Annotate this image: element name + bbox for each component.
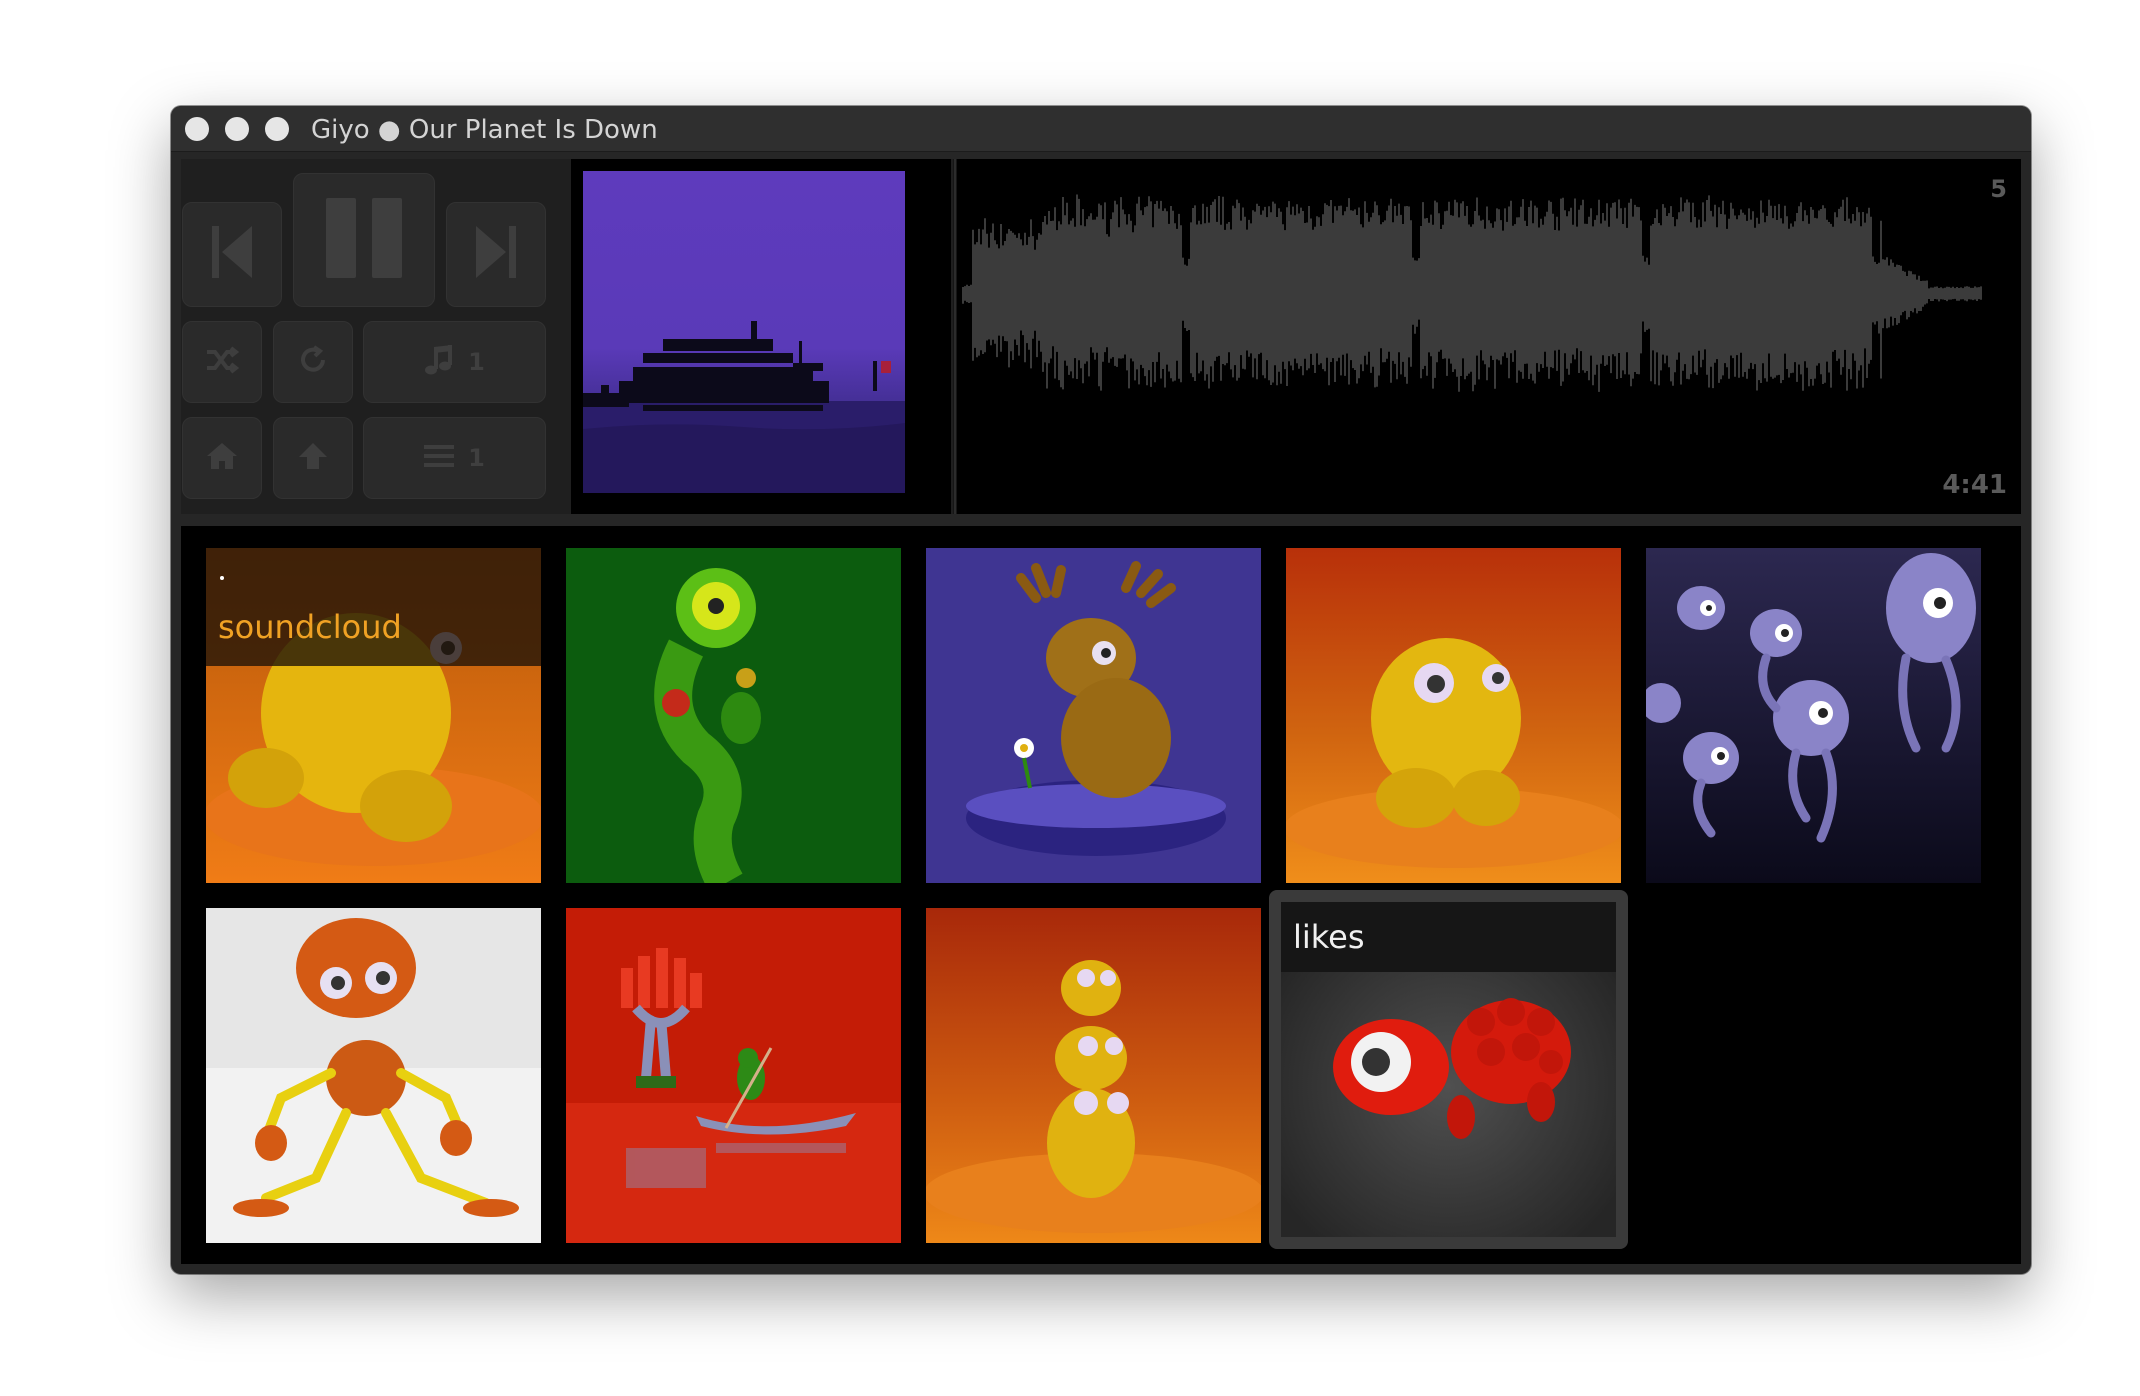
list-count: 1	[468, 444, 485, 472]
tile-stacked-creatures[interactable]	[926, 908, 1261, 1243]
album-artwork-panel	[571, 159, 951, 514]
tile-red-boat-image	[566, 908, 901, 1243]
music-queue-button[interactable]: 1	[363, 321, 546, 403]
music-note-icon	[424, 344, 454, 381]
repeat-button[interactable]	[273, 321, 353, 403]
previous-button[interactable]	[182, 202, 282, 307]
tile-yellow-creature-image	[1286, 548, 1621, 883]
player-panel: 1 1 5 4:41	[181, 159, 2021, 514]
home-icon	[206, 442, 238, 475]
list-button[interactable]: 1	[363, 417, 546, 499]
previous-icon	[210, 222, 254, 287]
shuffle-icon	[205, 345, 240, 379]
music-count: 1	[468, 348, 485, 376]
waveform-path	[962, 194, 1982, 392]
repeat-icon	[298, 344, 328, 380]
next-icon	[474, 222, 518, 287]
pause-button[interactable]	[293, 173, 435, 307]
tile-likes-header: likes	[1281, 902, 1616, 972]
home-button[interactable]	[182, 417, 262, 499]
zoom-window-button[interactable]	[265, 117, 289, 141]
tile-likes[interactable]: likes	[1281, 902, 1616, 1237]
waveform-count: 5	[1990, 175, 2007, 203]
title-bar: Giyo ● Our Planet Is Down	[171, 106, 2031, 152]
tile-jellyfish-image	[1646, 548, 1981, 883]
minimize-window-button[interactable]	[225, 117, 249, 141]
tile-dot	[220, 576, 224, 580]
tile-soundcloud-label: soundcloud	[218, 608, 402, 646]
tile-red-boat[interactable]	[566, 908, 901, 1243]
waveform-graph[interactable]	[953, 159, 2021, 514]
tile-moose[interactable]	[926, 548, 1261, 883]
tile-moose-image	[926, 548, 1261, 883]
list-icon	[424, 443, 455, 474]
next-button[interactable]	[446, 202, 546, 307]
close-window-button[interactable]	[185, 117, 209, 141]
content-grid: soundcloud likes	[181, 526, 2021, 1264]
shuffle-button[interactable]	[182, 321, 262, 403]
tile-soundcloud[interactable]: soundcloud	[206, 548, 541, 883]
tile-stacked-creatures-image	[926, 908, 1261, 1243]
up-button[interactable]	[273, 417, 353, 499]
tile-green-creature[interactable]	[566, 548, 901, 883]
tile-jellyfish[interactable]	[1646, 548, 1981, 883]
pause-icon	[322, 196, 406, 285]
window-title: Giyo ● Our Planet Is Down	[311, 115, 658, 145]
app-window: Giyo ● Our Planet Is Down 1 1 5 4:41 sou…	[171, 106, 2031, 1274]
tile-orange-robot-image	[206, 908, 541, 1243]
tile-orange-robot[interactable]	[206, 908, 541, 1243]
album-artwork	[583, 171, 905, 493]
waveform-panel[interactable]: 5 4:41	[953, 159, 2021, 514]
track-duration: 4:41	[1942, 470, 2007, 500]
tile-likes-label: likes	[1293, 918, 1365, 956]
tile-green-creature-image	[566, 548, 901, 883]
arrow-up-icon	[298, 441, 328, 476]
tile-soundcloud-overlay: soundcloud	[206, 548, 541, 666]
tile-yellow-creature[interactable]	[1286, 548, 1621, 883]
